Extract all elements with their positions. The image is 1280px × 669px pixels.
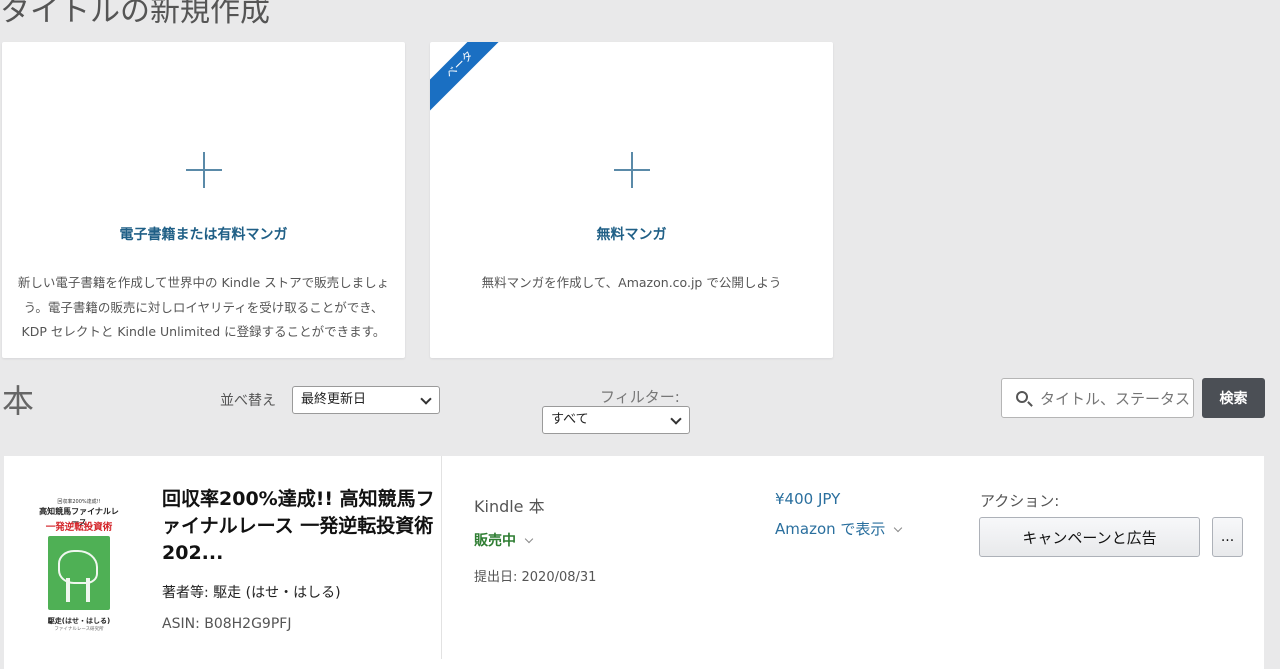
view-on-amazon-link[interactable]: Amazon で表示: [775, 518, 903, 539]
status-label: 販売中: [474, 533, 516, 549]
chevron-down-icon: [524, 534, 534, 544]
ebook-card-title: 電子書籍または有料マンガ: [119, 227, 288, 243]
book-title[interactable]: 回収率200%達成!! 高知競馬ファイナルレース 一発逆転投資術202...: [162, 486, 447, 567]
plus-icon: [185, 152, 222, 188]
view-on-amazon-label: Amazon で表示: [775, 520, 886, 538]
book-row: 回収率200%達成!! 高知競馬ファイナルレース 一発逆転投資術 駆走(はせ・は…: [4, 456, 1264, 669]
book-price: ¥400 JPY: [775, 490, 841, 508]
search-box[interactable]: [1001, 378, 1194, 418]
cover-title-line2: 一発逆転投資術: [45, 522, 113, 533]
submitted-date: 提出日: 2020/08/31: [474, 570, 597, 585]
book-asin: ASIN: B08H2G9PFJ: [162, 616, 292, 632]
cover-top-text: 回収率200%達成!!: [57, 499, 101, 505]
free-manga-card-title: 無料マンガ: [596, 227, 667, 243]
ebook-card-description: 新しい電子書籍を作成して世界中の Kindle ストアで販売しましょう。電子書籍…: [17, 275, 390, 339]
cover-publisher: ファイナルレース研究所: [54, 627, 104, 632]
books-section-title: 本: [2, 382, 35, 420]
book-cover[interactable]: 回収率200%達成!! 高知競馬ファイナルレース 一発逆転投資術 駆走(はせ・は…: [34, 494, 124, 634]
search-input[interactable]: [1040, 387, 1190, 411]
sort-label: 並べ替え: [220, 393, 276, 409]
book-format: Kindle 本: [474, 497, 545, 516]
more-actions-button[interactable]: ...: [1212, 517, 1243, 557]
free-manga-card-description: 無料マンガを作成して、Amazon.co.jp で公開しよう: [481, 275, 782, 290]
chevron-down-icon: [670, 413, 682, 425]
chevron-down-icon: [420, 393, 432, 405]
cover-author: 駆走(はせ・はしる): [47, 617, 111, 625]
status-dropdown[interactable]: 販売中: [474, 530, 534, 550]
actions-label: アクション:: [980, 492, 1060, 510]
filter-label: フィルター:: [600, 388, 680, 406]
search-icon: [1016, 391, 1028, 403]
sort-select[interactable]: 最終更新日: [292, 386, 440, 414]
filter-select-value: すべて: [551, 412, 589, 427]
chevron-down-icon: [894, 523, 903, 533]
beta-badge: ベータ: [430, 42, 511, 116]
create-free-manga-card[interactable]: ベータ 無料マンガ 無料マンガを作成して、Amazon.co.jp で公開しよう: [430, 42, 833, 358]
campaign-ads-button[interactable]: キャンペーンと広告: [979, 517, 1200, 557]
horse-illustration-icon: [48, 536, 110, 610]
book-author: 著者等: 駆走 (はせ・はしる): [162, 585, 341, 601]
column-divider: [441, 456, 442, 659]
sort-select-value: 最終更新日: [301, 392, 367, 407]
search-button[interactable]: 検索: [1202, 378, 1265, 418]
page-title: タイトルの新規作成: [0, 0, 270, 29]
plus-icon: [613, 152, 650, 188]
filter-select[interactable]: すべて: [542, 406, 690, 434]
create-ebook-card[interactable]: 電子書籍または有料マンガ 新しい電子書籍を作成して世界中の Kindle ストア…: [2, 42, 405, 358]
